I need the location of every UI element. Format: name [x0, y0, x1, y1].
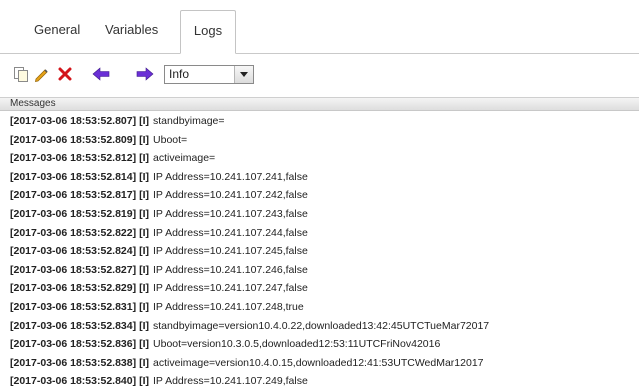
log-message: IP Address=10.241.107.247,false: [153, 282, 308, 295]
tab-logs[interactable]: Logs: [180, 10, 236, 54]
tab-general[interactable]: General: [34, 18, 80, 42]
log-message: IP Address=10.241.107.244,false: [153, 226, 308, 239]
log-message: IP Address=10.241.107.249,false: [153, 375, 308, 388]
log-line[interactable]: [2017-03-06 18:53:52.817] [I] IP Address=1…: [0, 186, 639, 205]
log-line[interactable]: [2017-03-06 18:53:52.812] [I] activeimage=: [0, 149, 639, 168]
log-level: [I]: [139, 263, 150, 276]
log-message: standbyimage=: [153, 115, 225, 127]
log-line[interactable]: [2017-03-06 18:53:52.836] [I] Uboot=versio…: [0, 335, 639, 354]
log-message: IP Address=10.241.107.241,false: [153, 170, 308, 183]
arrow-right-icon[interactable]: [136, 65, 154, 83]
tab-variables[interactable]: Variables: [105, 18, 158, 42]
log-timestamp: [2017-03-06 18:53:52.817]: [10, 189, 137, 202]
delete-icon[interactable]: [56, 65, 74, 83]
log-timestamp: [2017-03-06 18:53:52.836]: [10, 338, 137, 351]
log-line[interactable]: [2017-03-06 18:53:52.809] [I] Uboot=: [0, 131, 639, 150]
log-message: IP Address=10.241.107.246,false: [153, 263, 308, 276]
log-level: [I]: [139, 133, 150, 146]
chevron-down-icon: [234, 66, 253, 83]
log-timestamp: [2017-03-06 18:53:52.814]: [10, 170, 137, 183]
log-timestamp: [2017-03-06 18:53:52.838]: [10, 356, 137, 369]
log-line[interactable]: [2017-03-06 18:53:52.834] [I] standbyimage…: [0, 317, 639, 336]
log-level: [I]: [139, 189, 150, 202]
log-line[interactable]: [2017-03-06 18:53:52.831] [I] IP Address=1…: [0, 298, 639, 317]
log-level: [I]: [139, 226, 150, 239]
log-timestamp: [2017-03-06 18:53:52.807]: [10, 115, 137, 127]
log-line[interactable]: [2017-03-06 18:53:52.822] [I] IP Address=1…: [0, 224, 639, 243]
arrow-left-icon[interactable]: [92, 65, 110, 83]
log-timestamp: [2017-03-06 18:53:52.822]: [10, 226, 137, 239]
log-level: [I]: [139, 207, 150, 220]
log-level-select[interactable]: Info: [164, 65, 254, 84]
log-level: [I]: [139, 356, 150, 369]
log-line[interactable]: [2017-03-06 18:53:52.824] [I] IP Address=1…: [0, 242, 639, 261]
log-level: [I]: [139, 170, 150, 183]
log-message: IP Address=10.241.107.243,false: [153, 207, 308, 220]
log-timestamp: [2017-03-06 18:53:52.829]: [10, 282, 137, 295]
pencil-icon[interactable]: [32, 65, 50, 83]
log-line[interactable]: [2017-03-06 18:53:52.827] [I] IP Address=1…: [0, 261, 639, 280]
log-timestamp: [2017-03-06 18:53:52.840]: [10, 375, 137, 388]
log-message: standbyimage=version10.4.0.22,downloaded…: [153, 319, 490, 332]
log-timestamp: [2017-03-06 18:53:52.812]: [10, 152, 137, 165]
log-panel: Messages [2017-03-06 18:53:52.807] [I] sta…: [0, 97, 639, 388]
log-timestamp: [2017-03-06 18:53:52.809]: [10, 133, 137, 146]
log-timestamp: [2017-03-06 18:53:52.834]: [10, 319, 137, 332]
log-level: [I]: [139, 319, 150, 332]
log-message: activeimage=version10.4.0.15,downloaded1…: [153, 356, 484, 369]
tab-bar: General Variables Logs: [0, 0, 639, 54]
log-message: activeimage=: [153, 152, 216, 165]
log-line[interactable]: [2017-03-06 18:53:52.838] [I] activeimage=…: [0, 354, 639, 373]
log-message: IP Address=10.241.107.248,true: [153, 300, 304, 313]
messages-column-header[interactable]: Messages: [0, 97, 639, 111]
log-timestamp: [2017-03-06 18:53:52.824]: [10, 245, 137, 258]
log-timestamp: [2017-03-06 18:53:52.831]: [10, 300, 137, 313]
log-level: [I]: [139, 375, 150, 388]
log-line[interactable]: [2017-03-06 18:53:52.807] [I] standbyimage…: [0, 112, 639, 131]
log-line[interactable]: [2017-03-06 18:53:52.840] [I] IP Address=1…: [0, 372, 639, 388]
log-level-value: Info: [169, 67, 190, 81]
log-timestamp: [2017-03-06 18:53:52.819]: [10, 207, 137, 220]
log-timestamp: [2017-03-06 18:53:52.827]: [10, 263, 137, 276]
log-message: Uboot=version10.3.0.5,downloaded12:53:11…: [153, 338, 441, 351]
log-line[interactable]: [2017-03-06 18:53:52.819] [I] IP Address=1…: [0, 205, 639, 224]
log-line[interactable]: [2017-03-06 18:53:52.814] [I] IP Address=1…: [0, 168, 639, 187]
log-level: [I]: [139, 282, 150, 295]
log-message: IP Address=10.241.107.242,false: [153, 189, 308, 202]
log-line[interactable]: [2017-03-06 18:53:52.829] [I] IP Address=1…: [0, 279, 639, 298]
log-level: [I]: [139, 338, 150, 351]
log-level: [I]: [139, 245, 150, 258]
log-message: Uboot=: [153, 133, 188, 146]
copy-icon[interactable]: [12, 65, 30, 83]
log-message-list[interactable]: [2017-03-06 18:53:52.807] [I] standbyimage…: [0, 112, 639, 388]
log-level: [I]: [139, 300, 150, 313]
log-toolbar: Info: [0, 60, 639, 88]
log-message: IP Address=10.241.107.245,false: [153, 245, 308, 258]
log-level: [I]: [139, 152, 150, 165]
log-level: [I]: [139, 115, 150, 127]
